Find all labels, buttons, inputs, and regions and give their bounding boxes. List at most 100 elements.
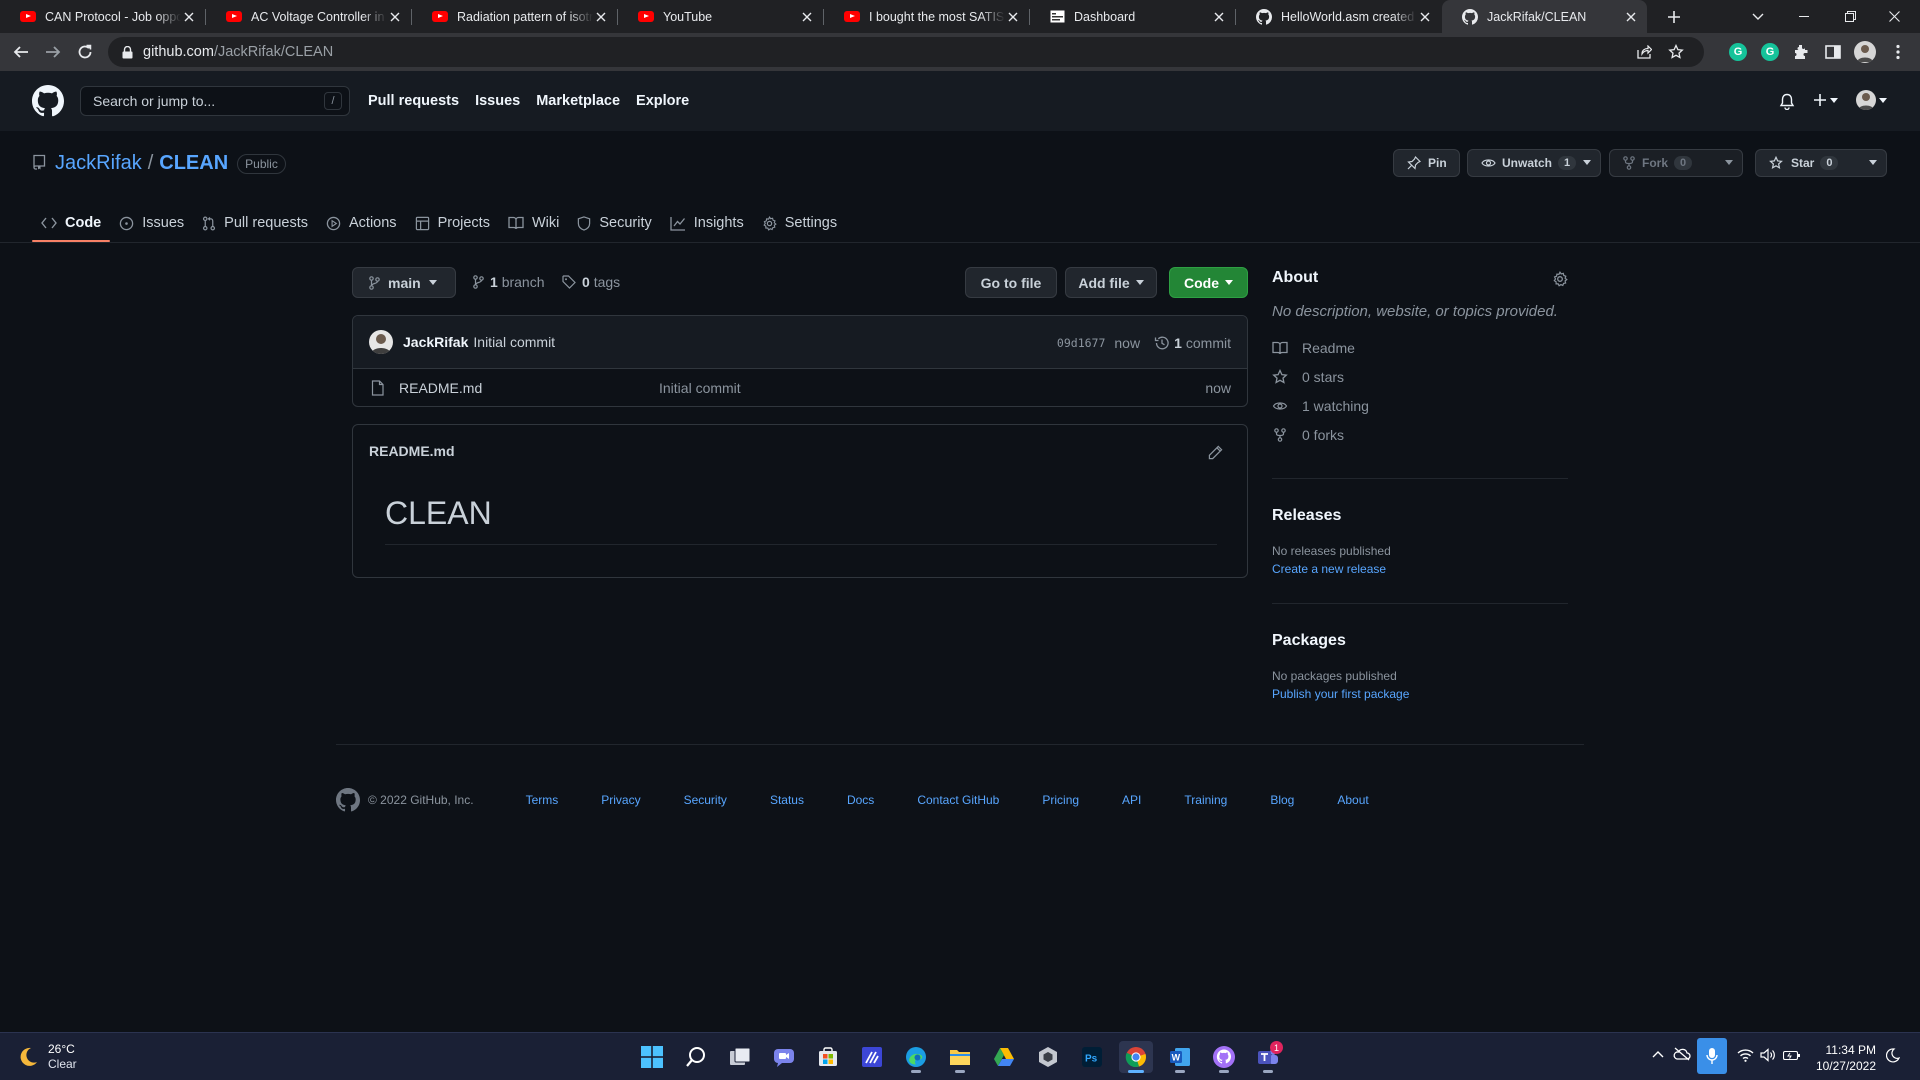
unwatch-button[interactable]: Unwatch 1	[1467, 149, 1601, 177]
footer-link-terms[interactable]: Terms	[526, 793, 559, 807]
new-tab-button[interactable]	[1660, 0, 1688, 33]
footer-link-about[interactable]: About	[1337, 793, 1368, 807]
gear-icon[interactable]	[1552, 271, 1568, 287]
footer-link-security[interactable]: Security	[684, 793, 727, 807]
nav-issues[interactable]: Issues	[475, 93, 520, 109]
reload-button[interactable]	[71, 38, 99, 66]
unity-icon[interactable]	[1031, 1041, 1065, 1073]
task-view-icon[interactable]	[723, 1041, 757, 1073]
chrome-icon[interactable]	[1119, 1041, 1153, 1073]
file-name-link[interactable]: README.md	[399, 380, 482, 396]
nav-marketplace[interactable]: Marketplace	[536, 93, 620, 109]
profile-avatar[interactable]	[1851, 38, 1879, 66]
releases-title[interactable]: Releases	[1272, 507, 1568, 525]
stars-link[interactable]: 0 stars	[1272, 362, 1568, 391]
close-icon[interactable]	[387, 9, 403, 25]
tab-pull-requests[interactable]: Pull requests	[193, 204, 317, 242]
author-avatar[interactable]	[369, 330, 393, 354]
weather-widget[interactable]: 26°C Clear	[16, 1042, 77, 1072]
photoshop-icon[interactable]: Ps	[1075, 1041, 1109, 1073]
back-button[interactable]	[7, 38, 35, 66]
close-icon[interactable]	[799, 9, 815, 25]
commit-sha[interactable]: 09d1677	[1057, 336, 1105, 350]
github-mark-icon[interactable]	[336, 788, 360, 812]
footer-link-training[interactable]: Training	[1184, 793, 1227, 807]
forward-button[interactable]	[39, 38, 67, 66]
tab-issues[interactable]: Issues	[110, 204, 193, 242]
tab-wiki[interactable]: Wiki	[499, 204, 568, 242]
browser-tab[interactable]: YouTube	[618, 0, 823, 33]
word-icon[interactable]: W	[1163, 1041, 1197, 1073]
volume-icon[interactable]	[1760, 1048, 1777, 1062]
tags-link[interactable]: 0 tags	[562, 274, 620, 290]
teams-icon[interactable]: 1	[1251, 1041, 1285, 1073]
go-to-file-button[interactable]: Go to file	[965, 267, 1057, 298]
branch-selector[interactable]: main	[352, 267, 456, 298]
readme-filename[interactable]: README.md	[369, 443, 455, 459]
battery-icon[interactable]	[1783, 1049, 1801, 1061]
create-release-link[interactable]: Create a new release	[1272, 562, 1568, 576]
close-icon[interactable]	[1005, 9, 1021, 25]
search-icon[interactable]	[679, 1041, 713, 1073]
grammarly-go-extension-icon[interactable]: G	[1761, 43, 1779, 61]
chat-icon[interactable]	[767, 1041, 801, 1073]
system-clock[interactable]: 11:34 PM 10/27/2022	[1812, 1042, 1876, 1074]
side-panel-icon[interactable]	[1819, 38, 1847, 66]
packages-title[interactable]: Packages	[1272, 632, 1568, 650]
browser-tab[interactable]: Radiation pattern of isotropic antenna	[412, 0, 617, 33]
chevron-up-icon[interactable]	[1652, 1050, 1664, 1058]
tab-settings[interactable]: Settings	[753, 204, 846, 242]
create-new-plus-icon[interactable]	[1813, 93, 1838, 107]
code-button[interactable]: Code	[1169, 267, 1248, 298]
close-icon[interactable]	[181, 9, 197, 25]
close-icon[interactable]	[1623, 9, 1639, 25]
browser-tab[interactable]: HelloWorld.asm created by	[1236, 0, 1441, 33]
bookmark-star-icon[interactable]	[1668, 44, 1684, 60]
chevron-down-icon[interactable]	[1869, 160, 1877, 165]
tab-code[interactable]: Code	[32, 204, 111, 242]
star-button[interactable]: Star 0	[1755, 149, 1887, 177]
fork-button[interactable]: Fork 0	[1609, 149, 1743, 177]
chevron-down-icon[interactable]	[1725, 160, 1733, 165]
pin-button[interactable]: Pin	[1393, 149, 1460, 177]
onedrive-off-icon[interactable]	[1673, 1047, 1691, 1061]
tab-actions[interactable]: Actions	[317, 204, 406, 242]
commit-author-link[interactable]: JackRifak	[403, 334, 468, 350]
footer-link-api[interactable]: API	[1122, 793, 1141, 807]
close-window-button[interactable]	[1880, 0, 1908, 33]
branches-link[interactable]: 1 branch	[473, 274, 545, 290]
file-row[interactable]: README.md Initial commit now	[353, 369, 1247, 406]
user-avatar-menu[interactable]	[1856, 90, 1887, 110]
grammarly-extension-icon[interactable]: G	[1729, 43, 1747, 61]
global-search-input[interactable]: Search or jump to... /	[80, 86, 350, 116]
restore-button[interactable]	[1836, 0, 1864, 33]
nav-explore[interactable]: Explore	[636, 93, 689, 109]
microphone-icon[interactable]	[1697, 1038, 1727, 1074]
repo-owner-link[interactable]: JackRifak	[55, 152, 142, 175]
tab-insights[interactable]: Insights	[661, 204, 753, 242]
file-commit-message[interactable]: Initial commit	[659, 380, 741, 396]
share-icon[interactable]	[1637, 45, 1652, 59]
edge-icon[interactable]	[899, 1041, 933, 1073]
footer-link-blog[interactable]: Blog	[1270, 793, 1294, 807]
extensions-icon[interactable]	[1787, 38, 1815, 66]
close-icon[interactable]	[593, 9, 609, 25]
windows-start-icon[interactable]	[635, 1041, 669, 1073]
wifi-icon[interactable]	[1737, 1048, 1754, 1062]
footer-link-contact[interactable]: Contact GitHub	[917, 793, 999, 807]
address-bar[interactable]: github.com/JackRifak/CLEAN	[108, 37, 1704, 67]
forks-link[interactable]: 0 forks	[1272, 420, 1568, 449]
minimize-button[interactable]	[1790, 0, 1818, 33]
close-icon[interactable]	[1211, 9, 1227, 25]
repo-name-link[interactable]: CLEAN	[159, 152, 228, 175]
browser-tab[interactable]: CAN Protocol - Job opportunities	[0, 0, 205, 33]
browser-tab[interactable]: Dashboard	[1030, 0, 1235, 33]
close-icon[interactable]	[1417, 9, 1433, 25]
commit-message-link[interactable]: Initial commit	[473, 334, 555, 350]
focus-assist-moon-icon[interactable]	[1886, 1048, 1900, 1063]
tab-search-button[interactable]	[1746, 0, 1770, 33]
footer-link-docs[interactable]: Docs	[847, 793, 874, 807]
nav-pull-requests[interactable]: Pull requests	[368, 93, 459, 109]
microsoft-store-icon[interactable]	[811, 1041, 845, 1073]
browser-tab[interactable]: AC Voltage Controller in tamil	[206, 0, 411, 33]
